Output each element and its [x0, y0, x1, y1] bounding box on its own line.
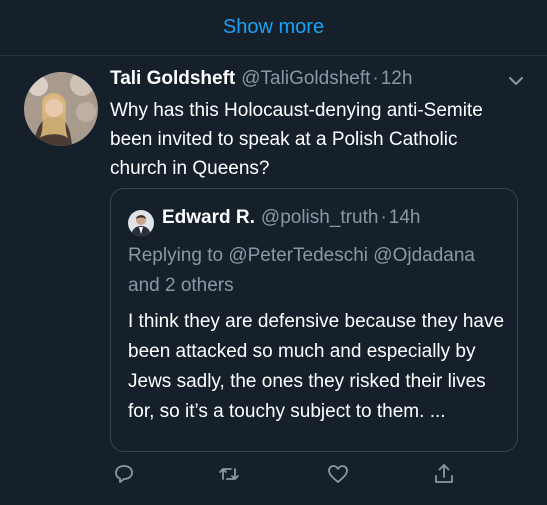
quoted-avatar	[128, 210, 154, 236]
chevron-down-icon[interactable]	[505, 70, 527, 92]
retweet-button[interactable]	[215, 460, 243, 488]
author-name[interactable]: Tali Goldsheft	[110, 68, 235, 90]
retweet-icon	[219, 468, 239, 480]
tweet-text: Why has this Holocaust-denying anti-Semi…	[110, 100, 483, 179]
reply-button[interactable]	[110, 460, 138, 488]
separator: ·	[380, 207, 387, 228]
action-bar	[110, 460, 530, 490]
quoted-author-handle[interactable]: @polish_truth	[261, 207, 379, 229]
avatar[interactable]	[24, 72, 98, 146]
share-button[interactable]	[430, 460, 458, 488]
quoted-author-name[interactable]: Edward R.	[162, 207, 255, 229]
divider	[0, 55, 547, 56]
quoted-tweet[interactable]: Edward R. @polish_truth · 14h Replying t…	[110, 188, 518, 452]
quoted-text: I think they are defensive because they …	[128, 311, 505, 422]
like-icon	[328, 465, 348, 483]
quoted-header: Edward R. @polish_truth · 14h	[162, 207, 420, 233]
like-button[interactable]	[324, 460, 352, 488]
reply-icon	[115, 465, 133, 483]
separator: ·	[372, 68, 379, 89]
author-handle[interactable]: @TaliGoldsheft	[241, 68, 370, 90]
timestamp[interactable]: 12h	[381, 68, 413, 90]
replying-to[interactable]: Replying to @PeterTedeschi @Ojdadana and…	[128, 241, 508, 301]
quoted-timestamp: 14h	[388, 207, 421, 228]
tweet-header: Tali Goldsheft @TaliGoldsheft · 12h	[110, 68, 412, 94]
share-icon	[435, 464, 453, 483]
show-more-button[interactable]: Show more	[0, 0, 547, 55]
